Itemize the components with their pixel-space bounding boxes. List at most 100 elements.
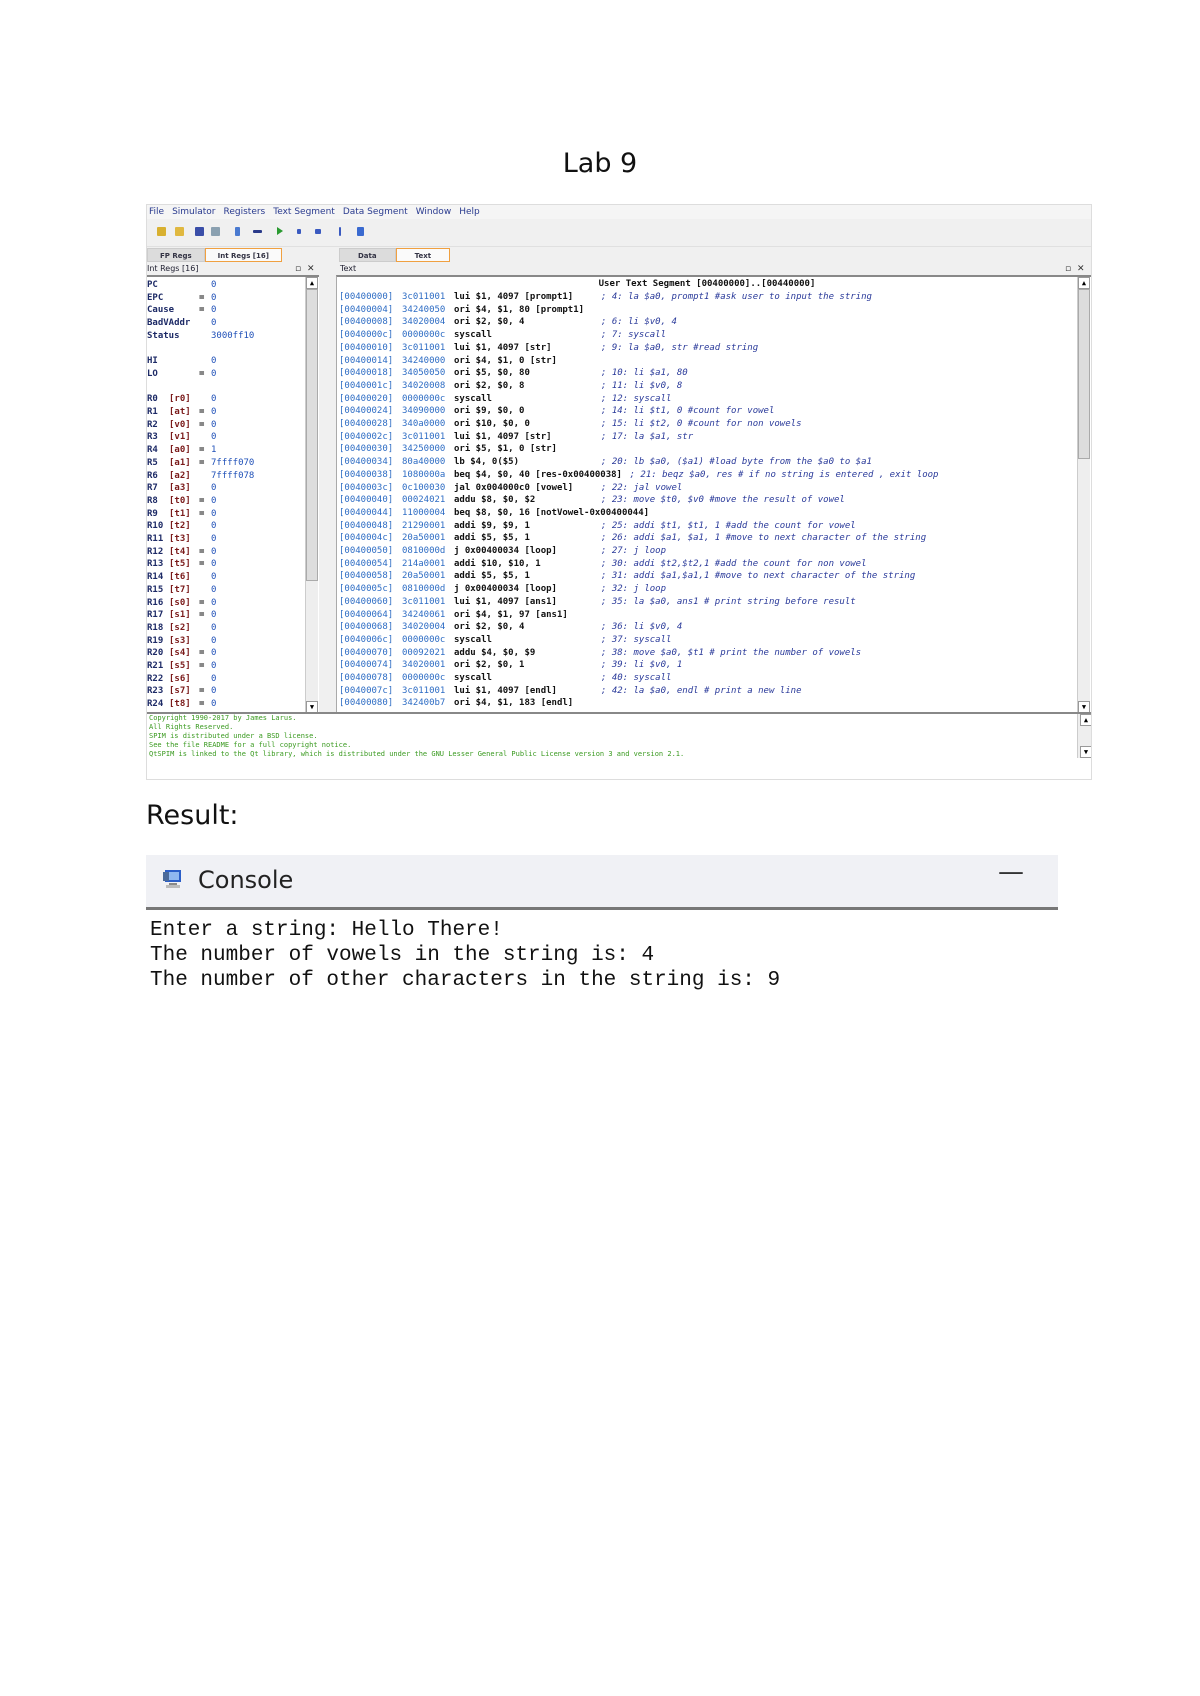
- source-comment: ; 35: la $a0, ans1 # print string before…: [601, 596, 856, 607]
- tab-int-regs[interactable]: Int Regs [16]: [204, 248, 282, 262]
- text-panel-title: Text: [340, 264, 357, 273]
- instruction-address: [00400064]: [339, 609, 394, 620]
- register-alias: [t0]: [169, 495, 191, 506]
- scroll-down-icon[interactable]: ▼: [1080, 746, 1091, 758]
- register-row: R10 [t2] 0: [147, 520, 317, 532]
- register-changed-mark: =: [199, 546, 205, 557]
- instruction-address: [0040000c]: [339, 330, 394, 341]
- instruction-encoding: 0000000c: [402, 673, 446, 683]
- register-value: 0: [211, 495, 217, 506]
- tab-data[interactable]: Data: [339, 248, 396, 262]
- instruction-encoding: 80a40000: [402, 457, 446, 468]
- close-panel-icon[interactable]: ✕: [1077, 263, 1085, 275]
- menu-item-help[interactable]: Help: [459, 205, 480, 219]
- clear-registers-icon[interactable]: [235, 227, 240, 236]
- menu-item-data-segment[interactable]: Data Segment: [343, 205, 408, 219]
- message-line: QtSPIM is linked to the Qt library, whic…: [149, 750, 685, 758]
- register-value: 7ffff078: [211, 470, 255, 481]
- source-comment: ; 4: la $a0, prompt1 #ask user to input …: [601, 292, 872, 302]
- messages-scrollbar[interactable]: ▲ ▼: [1077, 714, 1091, 758]
- instruction-text: ori $2, $0, 8: [454, 380, 525, 391]
- menu-item-window[interactable]: Window: [416, 205, 452, 219]
- minimize-button[interactable]: —: [998, 857, 1024, 887]
- register-row: R14 [t6] 0: [147, 571, 317, 583]
- register-row: R20 [s4] = 0: [147, 647, 317, 659]
- register-changed-mark: =: [199, 305, 205, 316]
- run-icon[interactable]: [277, 227, 283, 235]
- message-line: See the file README for a full copyright…: [149, 741, 352, 749]
- register-row: R4 [a0] = 1: [147, 444, 317, 456]
- register-value: 0: [211, 699, 217, 710]
- register-alias: [a3]: [169, 483, 191, 494]
- register-row: R21 [s5] = 0: [147, 660, 317, 672]
- tab-fp-regs[interactable]: FP Regs: [147, 248, 205, 262]
- print-icon[interactable]: [211, 227, 220, 236]
- instruction-encoding: 34020004: [402, 317, 446, 328]
- register-alias: [t8]: [169, 699, 191, 710]
- instruction-text: ori $4, $1, 0 [str]: [454, 355, 557, 366]
- register-value: 0: [211, 483, 217, 494]
- register-changed-mark: =: [199, 508, 205, 519]
- register-value: 0: [211, 521, 217, 532]
- instruction-text: syscall: [454, 330, 492, 341]
- instruction-address: [00400028]: [339, 419, 394, 429]
- register-name: R23: [147, 686, 164, 697]
- reload-icon[interactable]: [175, 227, 184, 236]
- register-row: R16 [s0] = 0: [147, 597, 317, 609]
- stop-icon[interactable]: [315, 229, 321, 234]
- instruction-encoding: 34240050: [402, 304, 446, 315]
- register-value: 0: [211, 648, 217, 659]
- scroll-up-icon[interactable]: ▲: [1078, 277, 1090, 289]
- register-row: BadVAddr 0: [147, 317, 317, 329]
- register-value: 0: [211, 572, 217, 583]
- register-alias: [t6]: [169, 572, 191, 583]
- pause-icon[interactable]: [297, 229, 301, 234]
- menu-item-file[interactable]: File: [149, 205, 164, 219]
- instruction-encoding: 00092021: [402, 647, 446, 658]
- scroll-thumb[interactable]: [1078, 289, 1090, 459]
- register-value: 1: [211, 445, 217, 456]
- save-log-icon[interactable]: [195, 227, 204, 236]
- instruction-text: ori $4, $1, 80 [prompt1]: [454, 304, 585, 315]
- register-name: Status: [147, 330, 180, 341]
- instruction-address: [00400030]: [339, 444, 394, 455]
- menu-item-text-segment[interactable]: Text Segment: [273, 205, 335, 219]
- register-row: R11 [t3] 0: [147, 533, 317, 545]
- source-comment: ; 14: li $t1, 0 #count for vowel: [601, 406, 775, 417]
- text-scrollbar[interactable]: ▲ ▼: [1077, 277, 1090, 713]
- float-panel-icon[interactable]: ▫: [1065, 263, 1071, 275]
- register-name: R8: [147, 495, 158, 506]
- instruction-text: ori $10, $0, 0: [454, 419, 530, 429]
- menu-item-simulator[interactable]: Simulator: [172, 205, 215, 219]
- instruction-address: [00400018]: [339, 368, 394, 379]
- help-icon[interactable]: [357, 227, 364, 236]
- instruction-encoding: 34020001: [402, 660, 446, 671]
- register-alias: [t4]: [169, 546, 191, 557]
- source-comment: ; 17: la $a1, str: [601, 431, 694, 442]
- tab-text[interactable]: Text: [395, 248, 451, 262]
- close-panel-icon[interactable]: ✕: [307, 263, 315, 275]
- register-alias: [s4]: [169, 648, 191, 659]
- registers-panel: ▲ ▼ PC 0 EPC = 0 Cause = 0 BadVAddr 0 Status 3000ff…: [147, 275, 319, 713]
- instruction-text: lui $1, 4097 [prompt1]: [454, 292, 574, 302]
- load-file-icon[interactable]: [157, 227, 166, 236]
- menu-item-registers[interactable]: Registers: [224, 205, 266, 219]
- scroll-up-icon[interactable]: ▲: [1080, 714, 1091, 726]
- register-alias: [a0]: [169, 445, 191, 456]
- register-row: HI 0: [147, 355, 317, 367]
- register-row: PC 0: [147, 279, 317, 291]
- single-step-icon[interactable]: [339, 227, 341, 236]
- float-panel-icon[interactable]: ▫: [295, 263, 301, 275]
- reinitialize-icon[interactable]: [253, 230, 262, 233]
- source-comment: ; 31: addi $a1,$a1,1 #move to next chara…: [601, 571, 916, 582]
- source-comment: ; 23: move $t0, $v0 #move the result of …: [601, 495, 845, 506]
- instruction-address: [00400068]: [339, 622, 394, 633]
- instruction-encoding: 3c011001: [402, 342, 446, 353]
- instruction-text: addi $9, $9, 1: [454, 520, 530, 531]
- instruction-encoding: 0000000c: [402, 330, 446, 341]
- instruction-text: lui $1, 4097 [ans1]: [454, 596, 557, 607]
- instruction-address: [00400020]: [339, 393, 394, 404]
- int-regs-panel-title: Int Regs [16]: [147, 264, 199, 273]
- register-alias: [t5]: [169, 559, 191, 570]
- document-page: Lab 9 File Simulator Registers Text Segment…: [0, 0, 1200, 1696]
